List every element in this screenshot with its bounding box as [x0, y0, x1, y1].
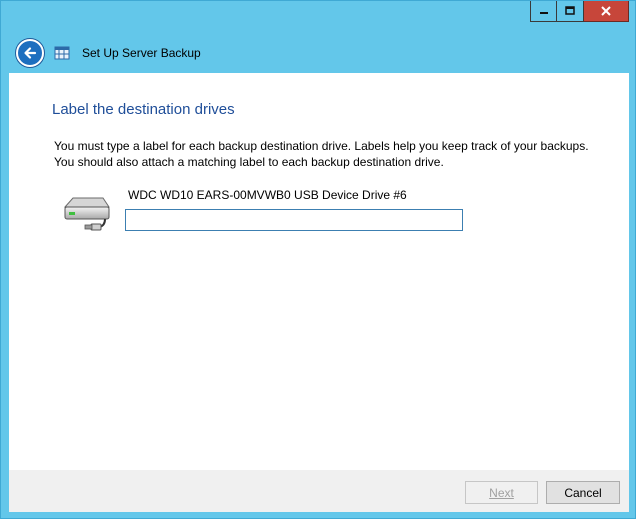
cancel-button[interactable]: Cancel	[546, 481, 620, 504]
minimize-icon	[539, 12, 548, 14]
maximize-button[interactable]	[557, 1, 584, 22]
drive-name: WDC WD10 EARS-00MVWB0 USB Device Drive #…	[128, 188, 407, 202]
page-description: You must type a label for each backup de…	[54, 138, 614, 170]
caption-buttons	[530, 1, 629, 23]
wizard-window: Set Up Server Backup Label the destinati…	[0, 0, 636, 519]
back-arrow-icon	[24, 47, 37, 59]
usb-drive-icon	[63, 197, 110, 231]
page-title: Label the destination drives	[52, 101, 235, 118]
close-button[interactable]	[584, 1, 629, 22]
minimize-button[interactable]	[530, 1, 557, 22]
wizard-header: Set Up Server Backup	[9, 35, 627, 71]
server-backup-icon	[54, 46, 70, 60]
back-button[interactable]	[16, 39, 44, 67]
description-line-2: You should also attach a matching label …	[54, 155, 444, 169]
wizard-footer: Next Cancel	[9, 470, 629, 512]
wizard-content: Label the destination drives You must ty…	[9, 73, 629, 470]
drive-label-input[interactable]	[125, 209, 463, 231]
maximize-icon	[565, 6, 575, 15]
close-icon	[601, 6, 611, 16]
next-button[interactable]: Next	[465, 481, 538, 504]
description-line-1: You must type a label for each backup de…	[54, 139, 589, 153]
window-title: Set Up Server Backup	[82, 46, 201, 60]
